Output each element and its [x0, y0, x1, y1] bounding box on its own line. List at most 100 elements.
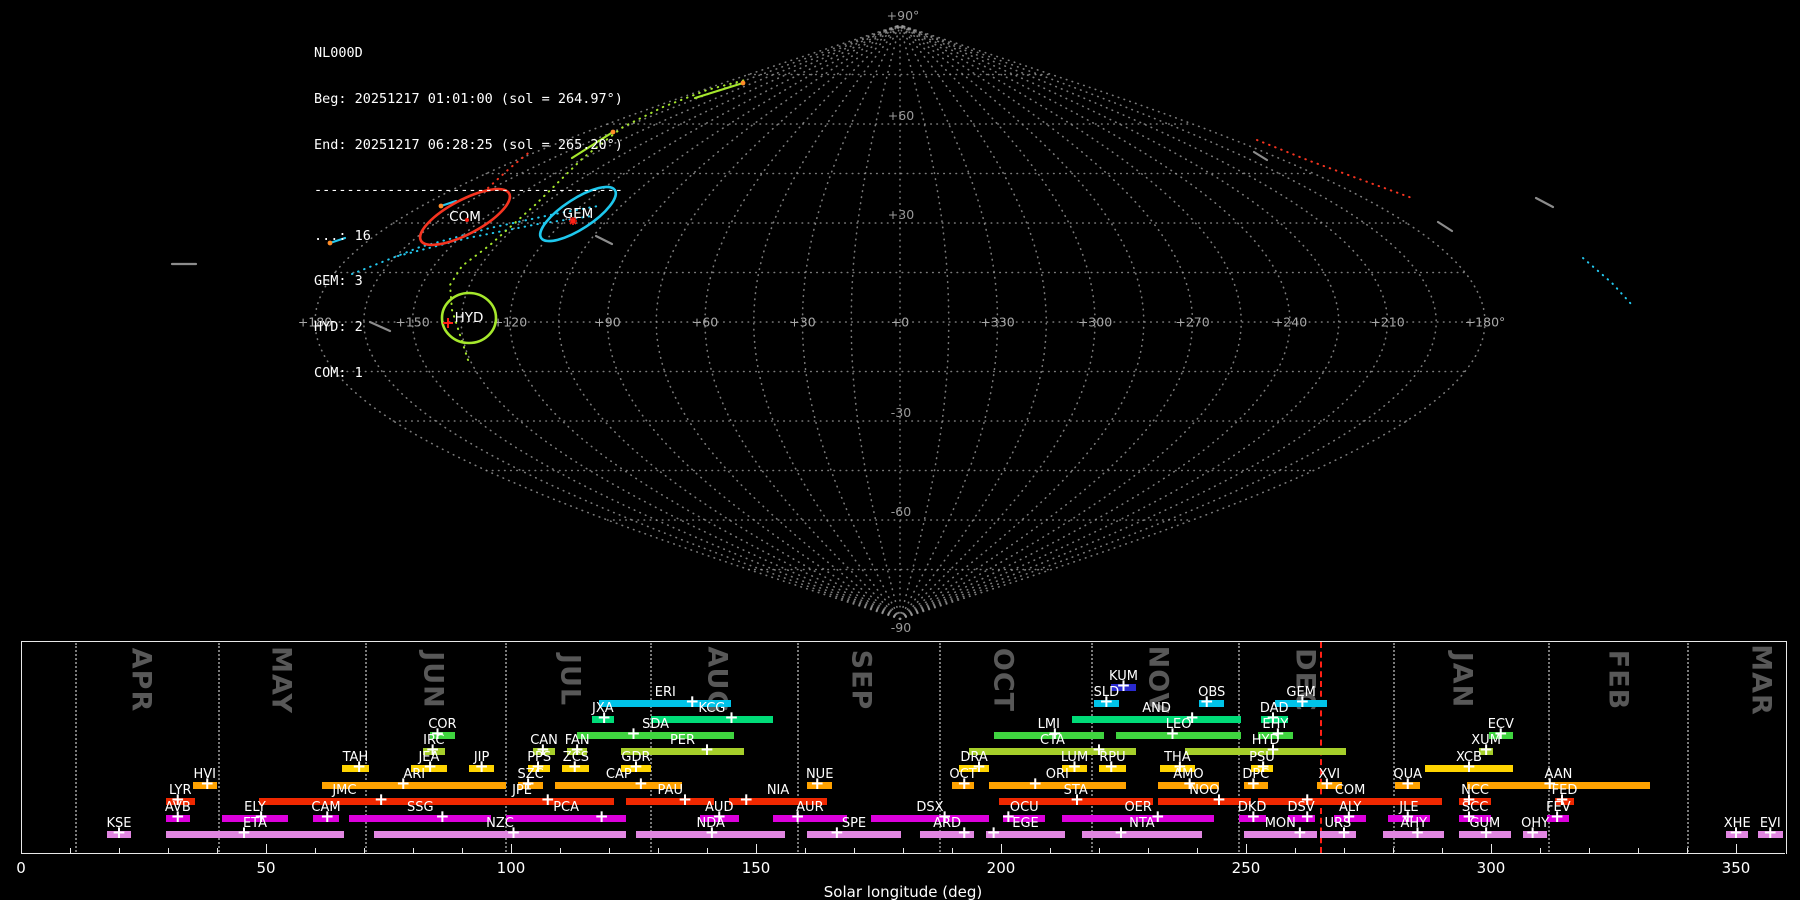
x-axis-tick-label: 150 [741, 859, 771, 877]
shower-max-marker-ahy: + [1410, 822, 1425, 843]
count-hyd: HYD: 2 [314, 319, 363, 336]
x-axis-major-tick [21, 844, 22, 853]
shower-max-marker-nue: + [810, 773, 825, 794]
shower-max-marker-nzc: + [506, 822, 521, 843]
shower-max-marker-jip: + [474, 756, 489, 777]
shower-bar-eta [165, 830, 345, 838]
shower-max-marker-gum: + [1478, 822, 1494, 843]
shower-bar-ori [988, 781, 1126, 789]
shower-max-marker-mon: + [1292, 822, 1308, 843]
shower-max-marker-sld: + [1099, 691, 1114, 712]
activity-timeline-chart: APR MAY JUN JUL AUG SEP OCT NOV DEC JAN FEB MAR KUM +… [0, 640, 1800, 900]
x-axis-minor-tick [413, 848, 414, 853]
shower-label-pca: PCA [553, 800, 580, 815]
shower-max-marker-nta: + [1113, 822, 1129, 843]
shower-bar-spe [807, 830, 901, 838]
shower-max-marker-jea: + [423, 756, 438, 777]
shower-bar-pau [626, 797, 715, 805]
begin-time: Beg: 20251217 01:01:00 (sol = 264.97°) [314, 91, 623, 108]
shower-label-per: PER [669, 733, 696, 748]
shower-label-nta: NTA [1129, 816, 1155, 831]
shower-max-marker-kse: + [111, 822, 127, 843]
x-axis-minor-tick [1638, 848, 1639, 853]
month-label-jul: JUL [554, 653, 586, 707]
shower-max-marker-nia: + [739, 789, 754, 810]
shower-max-marker-ari: + [396, 773, 411, 794]
x-axis-tick-label: 250 [1231, 859, 1261, 877]
x-axis-minor-tick [1344, 848, 1345, 853]
meteor-trail [693, 81, 745, 100]
count-com: COM: 1 [314, 364, 363, 381]
shower-max-marker-ssg: + [435, 806, 450, 827]
map-label-lon: +60 [692, 315, 718, 330]
x-axis-minor-tick [1148, 848, 1149, 853]
x-axis-major-tick [1736, 844, 1737, 853]
x-axis-minor-tick [364, 848, 365, 853]
map-label-pole-north: +90° [887, 8, 920, 23]
meteor-trail-dotted [1256, 139, 1413, 199]
x-axis-tick-label: 350 [1721, 859, 1751, 877]
x-axis-minor-tick [952, 848, 953, 853]
shower-max-marker-xhe: + [1728, 822, 1744, 843]
shower-max-marker-sda: + [626, 723, 641, 744]
shower-max-marker-gem: + [1295, 691, 1310, 712]
x-axis-minor-tick [1589, 848, 1590, 853]
shower-max-marker-evi: + [1763, 822, 1778, 843]
shower-bar-nta [1081, 830, 1202, 838]
shower-max-marker-spe: + [829, 822, 844, 843]
shower-bar-dsx [871, 814, 989, 822]
x-axis-minor-tick [1295, 848, 1296, 853]
shower-label-jmc: JMC [332, 783, 357, 798]
shower-bar-jmc [258, 797, 431, 805]
meteor-trail-tip [740, 80, 746, 86]
shower-max-marker-xcb: + [1461, 756, 1477, 777]
meteor-trail [1252, 150, 1269, 162]
shower-max-marker-per: + [699, 739, 715, 760]
x-axis-tick-label: 0 [16, 859, 26, 877]
x-axis-tick-label: 300 [1476, 859, 1506, 877]
shower-max-marker-dpc: + [1246, 773, 1261, 794]
x-axis-line [21, 853, 1785, 854]
shower-max-marker-obs: + [1199, 691, 1214, 712]
shower-label-jpe: JPE [512, 783, 532, 798]
map-label-lat: -30 [891, 405, 911, 420]
map-label-lon: +240 [1273, 315, 1307, 330]
observation-info-block: NL000D Beg: 20251217 01:01:00 (sol = 264… [314, 16, 623, 411]
x-axis-minor-tick [119, 848, 120, 853]
month-label-jun: JUN [417, 651, 449, 709]
shower-label-kcg: KCG [698, 701, 726, 716]
map-label-lon: +330 [980, 315, 1014, 330]
shower-max-marker-nda: + [704, 822, 720, 843]
map-label-lon: +210 [1370, 315, 1404, 330]
x-axis-minor-tick [903, 848, 904, 853]
x-axis-major-tick [756, 844, 757, 853]
shower-max-marker-hvi: + [200, 773, 215, 794]
map-label-pole-south: -90 [891, 620, 911, 635]
meteor-observation-viewer: NL000D Beg: 20251217 01:01:00 (sol = 264… [0, 0, 1800, 900]
x-axis-minor-tick [1050, 848, 1051, 853]
x-axis-tick-label: 50 [256, 859, 276, 877]
shower-max-marker-sta: + [1069, 789, 1085, 810]
shower-label-mon: MON [1264, 816, 1296, 831]
shower-bar-jpe [430, 797, 614, 805]
shower-label-and: AND [1142, 701, 1171, 716]
x-axis-minor-tick [707, 848, 708, 853]
month-label-sep: SEP [845, 649, 877, 711]
shower-max-marker-lum: + [1067, 756, 1082, 777]
x-axis-minor-tick [805, 848, 806, 853]
x-axis-minor-tick [1393, 848, 1394, 853]
shower-max-marker-noo: + [1211, 789, 1227, 810]
shower-max-marker-kcg: + [724, 707, 739, 728]
shower-max-marker-oct: + [957, 773, 972, 794]
map-label-lon: +30 [789, 315, 815, 330]
map-label-lat: +60 [888, 108, 914, 123]
month-gridline-may [217, 643, 220, 852]
month-gridline-apr [74, 643, 77, 852]
x-axis-minor-tick [1442, 848, 1443, 853]
shower-max-marker-aur: + [790, 806, 805, 827]
separator: -------------------------------------- [314, 182, 623, 199]
meteor-trail-dotted [1582, 257, 1633, 306]
shower-max-marker-tah: + [351, 756, 367, 777]
count-sporadic: ...: 16 [314, 227, 371, 244]
month-label-jan: JAN [1446, 651, 1478, 709]
